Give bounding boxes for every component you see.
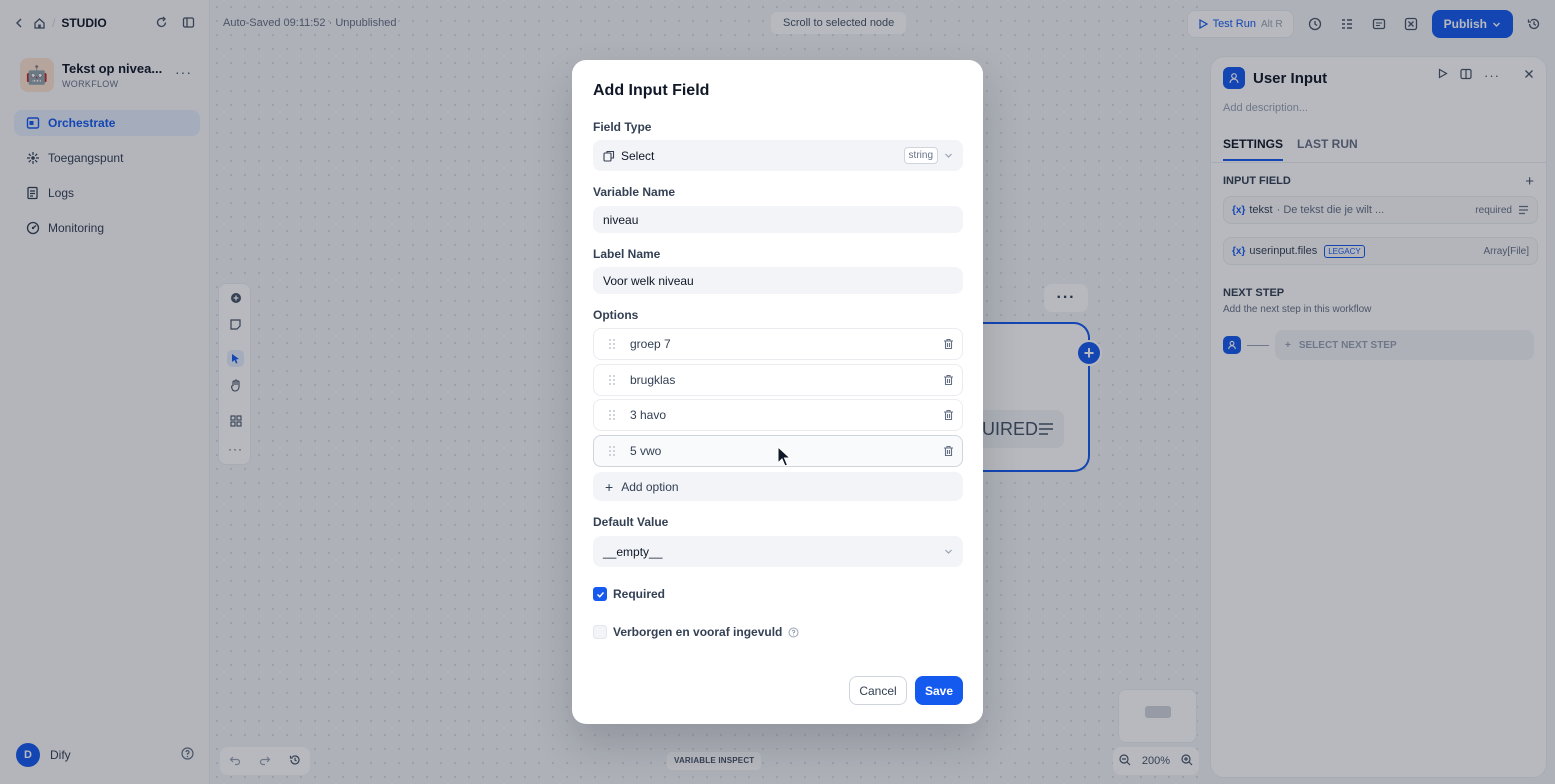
hidden-prefilled-label: Verborgen en vooraf ingevuld [613, 625, 799, 639]
field-type-label: Field Type [593, 120, 652, 134]
delete-option-icon[interactable] [943, 338, 954, 350]
option-item[interactable]: brugklas [593, 364, 963, 396]
chevron-down-icon [944, 151, 953, 160]
option-label: 3 havo [630, 408, 667, 422]
field-type-select[interactable]: Select string [593, 140, 963, 171]
delete-option-icon[interactable] [943, 409, 954, 421]
delete-option-icon[interactable] [943, 445, 954, 457]
required-label: Required [613, 587, 665, 601]
info-icon[interactable] [788, 627, 799, 638]
add-input-field-dialog: Add Input Field Field Type Select string… [572, 60, 983, 724]
default-value-select[interactable]: __empty__ [593, 536, 963, 567]
variable-name-input[interactable]: niveau [593, 206, 963, 233]
options-label: Options [593, 308, 639, 322]
label-name-label: Label Name [593, 247, 661, 261]
hidden-prefilled-checkbox[interactable] [593, 625, 607, 639]
type-badge: string [903, 147, 938, 164]
add-option-label: Add option [621, 479, 679, 494]
dialog-title: Add Input Field [593, 82, 710, 99]
cancel-button[interactable]: Cancel [849, 676, 907, 705]
hidden-prefilled-text: Verborgen en vooraf ingevuld [613, 625, 783, 639]
label-name-input[interactable]: Voor welk niveau [593, 267, 963, 294]
default-value-label: Default Value [593, 515, 669, 529]
default-value: __empty__ [603, 544, 663, 559]
select-type-icon [603, 150, 615, 162]
add-option-button[interactable]: + Add option [593, 472, 963, 501]
required-text: Required [613, 587, 666, 601]
save-button[interactable]: Save [915, 676, 963, 705]
option-label: brugklas [630, 373, 676, 387]
mouse-cursor-icon [777, 446, 791, 467]
chevron-down-icon [944, 547, 953, 556]
delete-option-icon[interactable] [943, 374, 954, 386]
drag-handle-icon[interactable] [608, 338, 616, 350]
option-item[interactable]: groep 7 [593, 328, 963, 360]
variable-name-value: niveau [603, 212, 639, 227]
plus-icon: + [605, 478, 614, 495]
drag-handle-icon[interactable] [608, 409, 616, 421]
drag-handle-icon[interactable] [608, 445, 616, 457]
option-label: 5 vwo [630, 444, 662, 458]
variable-name-label: Variable Name [593, 185, 676, 199]
label-name-value: Voor welk niveau [603, 273, 694, 288]
checkmark-icon [596, 591, 604, 598]
required-checkbox[interactable] [593, 587, 607, 601]
option-item[interactable]: 3 havo [593, 399, 963, 431]
option-label: groep 7 [630, 337, 671, 351]
field-type-value: Select [621, 148, 655, 163]
drag-handle-icon[interactable] [608, 374, 616, 386]
